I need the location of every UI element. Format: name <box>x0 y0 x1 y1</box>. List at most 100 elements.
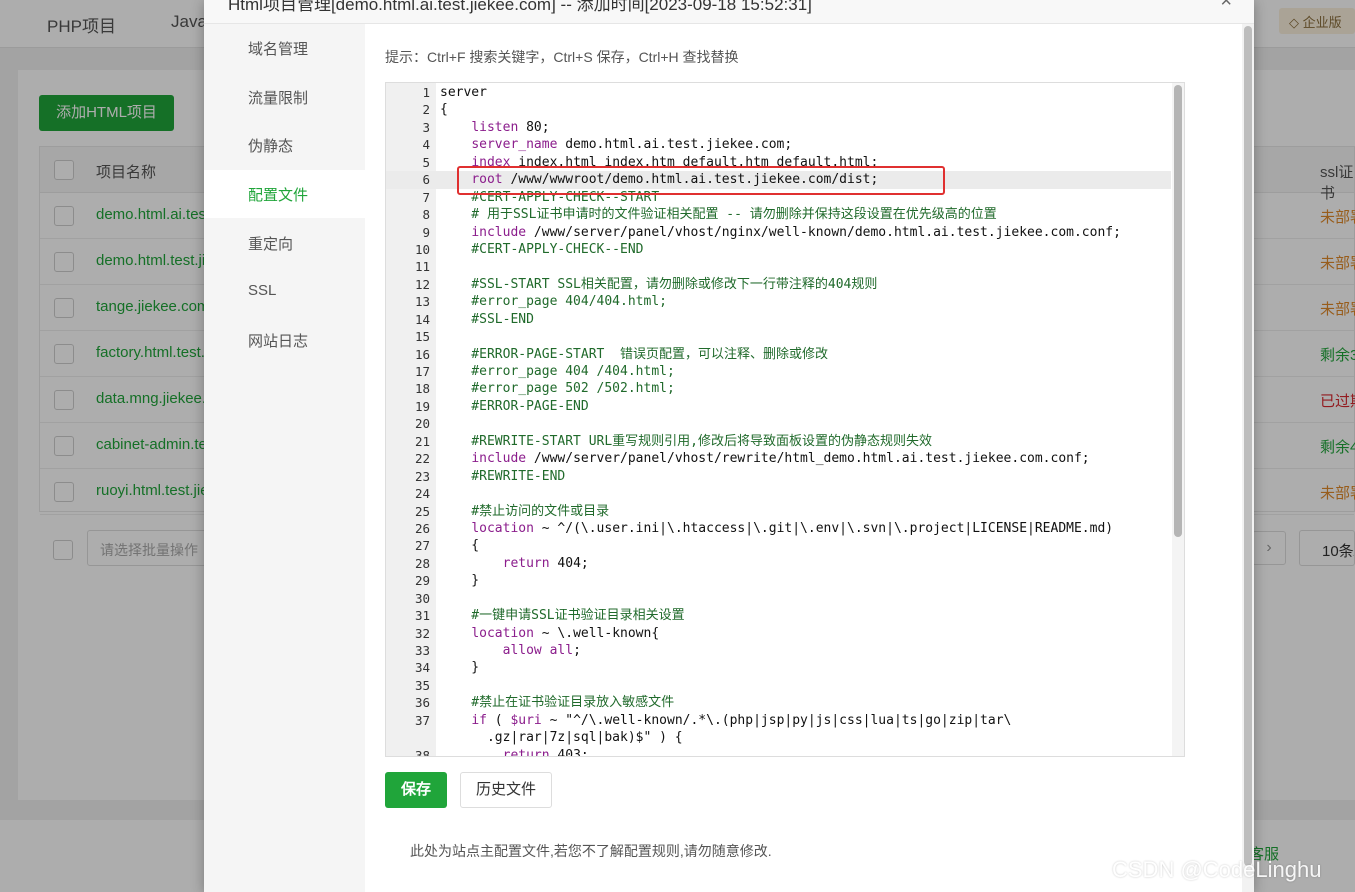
code-line[interactable]: 23 #REWRITE-END <box>386 468 1171 485</box>
line-number: 15 <box>414 329 430 345</box>
code-text: #一键申请SSL证书验证目录相关设置 <box>440 608 685 624</box>
code-text: #SSL-START SSL相关配置，请勿删除或修改下一行带注释的404规则 <box>440 276 878 292</box>
dialog-scrollbar[interactable] <box>1242 24 1254 892</box>
code-line[interactable]: 11 <box>386 258 1171 275</box>
code-line[interactable]: 1 server <box>386 84 1171 101</box>
code-line[interactable]: 33 allow all; <box>386 642 1171 659</box>
highlight-box <box>457 166 945 195</box>
code-text: #ERROR-PAGE-END <box>440 398 589 414</box>
line-number: 30 <box>414 590 430 606</box>
code-text: if ( $uri ~ "^/\.well-known/.*\.(php|jsp… <box>471 712 1012 728</box>
code-line[interactable]: 26 location ~ ^/(\.user.ini|\.htaccess|\… <box>386 520 1171 537</box>
line-number: 11 <box>414 259 430 275</box>
code-line[interactable]: 2{ <box>386 101 1171 118</box>
code-text: include /www/server/panel/vhost/rewrite/… <box>471 451 1090 467</box>
sidebar-item[interactable]: 流量限制 <box>204 73 365 121</box>
code-line[interactable]: 13 #error_page 404/404.html; <box>386 293 1171 310</box>
code-text: #SSL-END <box>440 311 534 327</box>
sidebar-item[interactable]: 重定向 <box>204 219 365 267</box>
sidebar-item[interactable]: 网站日志 <box>204 316 365 364</box>
line-number: 24 <box>414 486 430 502</box>
sidebar-item[interactable]: 域名管理 <box>204 24 365 72</box>
code-line[interactable]: 20 <box>386 415 1171 432</box>
shortcut-tip: 提示：Ctrl+F 搜索关键字，Ctrl+S 保存，Ctrl+H 查找替换 <box>385 49 739 65</box>
line-number: 7 <box>422 189 430 205</box>
line-number: 18 <box>414 381 430 397</box>
line-number: 12 <box>414 276 430 292</box>
line-number: 34 <box>414 660 430 676</box>
line-number: 3 <box>422 119 430 135</box>
save-button[interactable]: 保存 <box>385 772 447 808</box>
close-icon[interactable]: × <box>1220 0 1232 13</box>
code-text: #REWRITE-END <box>440 468 566 484</box>
code-text: #禁止访问的文件或目录 <box>440 503 610 519</box>
code-line[interactable]: 9 include /www/server/panel/vhost/nginx/… <box>386 224 1171 241</box>
line-number: 31 <box>414 608 430 624</box>
code-line[interactable]: .gz|rar|7z|sql|bak)$" ) { <box>386 729 1171 746</box>
sidebar-item[interactable]: 伪静态 <box>204 121 365 169</box>
line-number: 37 <box>414 712 430 728</box>
code-line[interactable]: 21 #REWRITE-START URL重写规则引用,修改后将导致面板设置的伪… <box>386 433 1171 450</box>
code-line[interactable]: 14 #SSL-END <box>386 311 1171 328</box>
code-line[interactable]: 29 } <box>386 572 1171 589</box>
code-text: #error_page 404 /404.html; <box>440 364 675 379</box>
code-line[interactable]: 36 #禁止在证书验证目录放入敏感文件 <box>386 694 1171 711</box>
code-line[interactable]: 8 # 用于SSL证书申请时的文件验证相关配置 -- 请勿删除并保持这段设置在优… <box>386 206 1171 223</box>
dialog-scrollbar-thumb[interactable] <box>1244 26 1252 866</box>
code-text: include /www/server/panel/vhost/nginx/we… <box>471 224 1121 240</box>
code-line[interactable]: 12 #SSL-START SSL相关配置，请勿删除或修改下一行带注释的404规… <box>386 276 1171 293</box>
line-number: 33 <box>414 643 430 658</box>
code-text: #error_page 502 /502.html; <box>440 381 675 397</box>
code-line[interactable]: 37 if ( $uri ~ "^/\.well-known/.*\.(php|… <box>386 712 1171 729</box>
editor-scrollbar[interactable] <box>1172 83 1184 756</box>
code-line[interactable]: 34 } <box>386 659 1171 676</box>
code-line[interactable]: 19 #ERROR-PAGE-END <box>386 398 1171 415</box>
editor-scrollbar-thumb[interactable] <box>1174 85 1182 537</box>
line-number: 32 <box>414 625 430 641</box>
code-text: } <box>440 573 480 589</box>
code-text: .gz|rar|7z|sql|bak)$" ) { <box>440 730 683 746</box>
line-number: 36 <box>414 695 430 711</box>
code-text: listen 80; <box>471 119 550 135</box>
line-number: 17 <box>414 364 430 379</box>
code-line[interactable]: 17 #error_page 404 /404.html; <box>386 363 1171 380</box>
code-line[interactable]: 18 #error_page 502 /502.html; <box>386 380 1171 397</box>
code-line[interactable]: 4 server_name demo.html.ai.test.jiekee.c… <box>386 136 1171 153</box>
line-number: 13 <box>414 294 430 310</box>
code-line[interactable]: 25 #禁止访问的文件或目录 <box>386 503 1171 520</box>
code-text: #禁止在证书验证目录放入敏感文件 <box>440 695 675 711</box>
code-line[interactable]: 32 location ~ \.well-known{ <box>386 625 1171 642</box>
dialog-sidebar: 域名管理 流量限制 伪静态 配置文件 重定向 SSL 网站日志 <box>204 24 365 892</box>
code-line[interactable]: 38 return 403; <box>386 747 1171 757</box>
code-line[interactable]: 30 <box>386 590 1171 607</box>
code-text: return 404; <box>502 555 589 571</box>
code-line[interactable]: 31 #一键申请SSL证书验证目录相关设置 <box>386 607 1171 624</box>
code-text: allow all; <box>502 643 581 658</box>
history-file-button[interactable]: 历史文件 <box>460 772 552 808</box>
line-number: 23 <box>414 468 430 484</box>
watermark: CSDN @CodeLinghu <box>1112 857 1322 882</box>
code-line[interactable]: 15 <box>386 328 1171 345</box>
line-number: 6 <box>422 172 430 188</box>
line-number: 22 <box>414 451 430 467</box>
code-text: return 403; <box>502 747 589 757</box>
code-line[interactable]: 16 #ERROR-PAGE-START 错误页配置，可以注释、删除或修改 <box>386 346 1171 363</box>
code-text: server <box>440 85 487 100</box>
sidebar-item[interactable]: 配置文件 <box>204 170 365 219</box>
code-text: { <box>440 538 480 554</box>
line-number: 1 <box>422 85 430 100</box>
config-dialog: Html项目管理[demo.html.ai.test.jiekee.com] -… <box>204 0 1254 892</box>
line-number: 26 <box>414 520 430 536</box>
code-line[interactable]: 35 <box>386 677 1171 694</box>
line-number: 5 <box>422 154 430 170</box>
sidebar-item[interactable]: SSL <box>204 268 365 316</box>
code-line[interactable]: 10 #CERT-APPLY-CHECK--END <box>386 241 1171 258</box>
code-line[interactable]: 27 { <box>386 537 1171 554</box>
code-line[interactable]: 3 listen 80; <box>386 119 1171 136</box>
line-number: 19 <box>414 398 430 414</box>
code-line[interactable]: 28 return 404; <box>386 555 1171 572</box>
line-number: 10 <box>414 241 430 257</box>
code-line[interactable]: 24 <box>386 485 1171 502</box>
config-note: 此处为站点主配置文件,若您不了解配置规则,请勿随意修改. <box>410 843 772 859</box>
code-line[interactable]: 22 include /www/server/panel/vhost/rewri… <box>386 450 1171 467</box>
